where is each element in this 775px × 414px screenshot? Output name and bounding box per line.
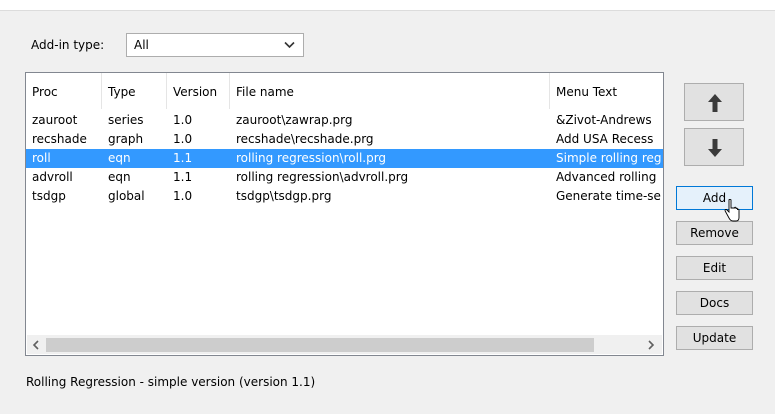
cell-type: series [108,113,144,127]
column-header-file-name[interactable]: File name [230,73,550,109]
cell-file-name: rolling regression\roll.prg [236,151,387,165]
move-down-button[interactable] [684,128,744,166]
cell-menu-text: Add USA Recess [556,132,654,146]
horizontal-scrollbar[interactable] [27,335,662,354]
move-up-button[interactable] [684,83,744,121]
cell-file-name: recshade\recshade.prg [236,132,374,146]
scroll-right-icon[interactable] [647,340,655,350]
hand-cursor-icon [724,199,740,222]
cell-version: 1.1 [173,170,193,184]
cell-type: eqn [108,151,131,165]
cell-version: 1.0 [173,132,193,146]
update-button[interactable]: Update [676,326,753,350]
cell-type: graph [108,132,144,146]
remove-button[interactable]: Remove [676,221,753,245]
chevron-down-icon [284,41,295,49]
cell-proc: tsdgp [32,189,66,203]
cell-proc: recshade [32,132,87,146]
cell-menu-text: &Zivot-Andrews [556,113,652,127]
table-row[interactable]: zauroot series 1.0 zauroot\zawrap.prg &Z… [26,111,663,130]
docs-button[interactable]: Docs [676,291,753,315]
dialog-top-edge [0,0,775,11]
cell-type: eqn [108,170,131,184]
cell-proc: zauroot [32,113,78,127]
addin-type-value: All [134,38,149,52]
column-header-version[interactable]: Version [167,73,230,109]
cell-menu-text: Simple rolling reg [556,151,662,165]
cell-file-name: tsdgp\tsdgp.prg [236,189,332,203]
arrow-up-icon [708,94,722,112]
scroll-left-icon[interactable] [32,340,40,350]
edit-button[interactable]: Edit [676,256,753,280]
list-header: Proc Type Version File name Menu Text [26,73,663,109]
column-header-proc[interactable]: Proc [26,73,102,109]
addin-type-label: Add-in type: [31,38,105,52]
add-button[interactable]: Add [676,186,753,210]
column-header-type[interactable]: Type [102,73,167,109]
addins-list[interactable]: Proc Type Version File name Menu Text za… [25,72,664,356]
cell-file-name: rolling regression\advroll.prg [236,170,409,184]
cell-version: 1.0 [173,113,193,127]
scrollbar-thumb[interactable] [46,338,594,352]
table-row[interactable]: tsdgp global 1.0 tsdgp\tsdgp.prg Generat… [26,187,663,206]
cell-version: 1.0 [173,189,193,203]
cell-proc: advroll [32,170,73,184]
column-header-menu-text[interactable]: Menu Text [550,73,663,109]
addin-type-select[interactable]: All [126,33,304,57]
cell-type: global [108,189,145,203]
table-row[interactable]: recshade graph 1.0 recshade\recshade.prg… [26,130,663,149]
cell-version: 1.1 [173,151,193,165]
cell-file-name: zauroot\zawrap.prg [236,113,353,127]
cell-menu-text: Generate time-se [556,189,661,203]
cell-menu-text: Advanced rolling [556,170,657,184]
table-row-selected[interactable]: roll eqn 1.1 rolling regression\roll.prg… [26,149,663,168]
table-row[interactable]: advroll eqn 1.1 rolling regression\advro… [26,168,663,187]
arrow-down-icon [708,139,722,157]
status-description: Rolling Regression - simple version (ver… [26,375,316,389]
cell-proc: roll [32,151,51,165]
